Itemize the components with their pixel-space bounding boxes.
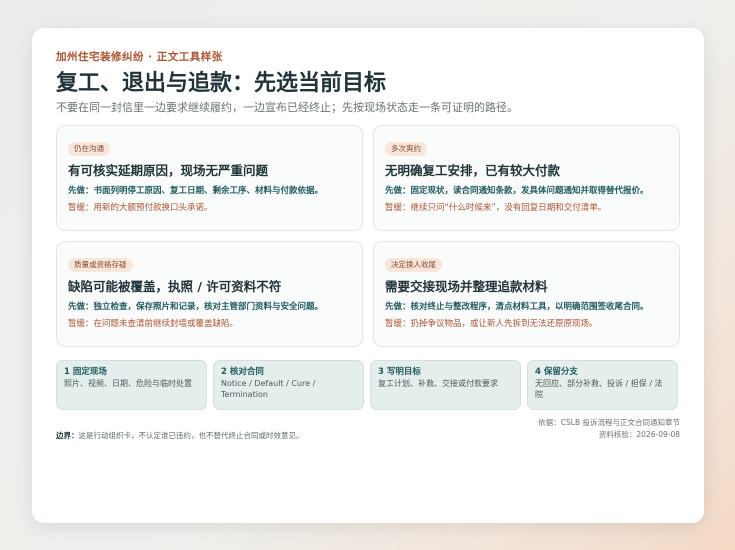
- step-row: 1 固定现场 照片、视频、日期、危险与临时处置 2 核对合同 Notice / …: [56, 360, 680, 410]
- step-desc: 照片、视频、日期、危险与临时处置: [64, 379, 192, 388]
- option-heading: 无明确复工安排，已有较大付款: [385, 163, 561, 178]
- status-tag: 决定换人收尾: [385, 258, 442, 272]
- option-hold: 暂缓：用新的大额预付款换口头承诺。: [68, 203, 213, 213]
- option-hold: 暂缓：在问题未查清前继续封墙或覆盖缺陷。: [68, 319, 239, 329]
- status-tag: 多次爽约: [385, 142, 427, 156]
- boundary-text: 这是行动组织卡，不认定谁已违约，也不替代终止合同或时效意见。: [78, 431, 304, 440]
- status-tag: 仍在沟通: [68, 142, 110, 156]
- step-card: 1 固定现场 照片、视频、日期、危险与临时处置: [56, 360, 207, 410]
- kicker: 加州住宅装修纠纷 · 正文工具样张: [56, 51, 223, 63]
- option-card-replace: 决定换人收尾 需要交接现场并整理追款材料 先做：核对终止与整改程序，清点材料工具…: [373, 241, 680, 347]
- source-text: 依据：CSLB 投诉流程与正文合同通知章节: [538, 418, 680, 427]
- option-hold: 暂缓：扔掉争议物品，或让新人先拆到无法还原原现场。: [385, 319, 598, 329]
- status-tag: 质量或资格存疑: [68, 258, 133, 272]
- step-card: 2 核对合同 Notice / Default / Cure / Termina…: [213, 360, 364, 410]
- page-subtitle: 不要在同一封信里一边要求继续履约，一边宣布已经终止；先按现场状态走一条可证明的路…: [56, 101, 518, 114]
- option-heading: 有可核实延期原因，现场无严重问题: [68, 163, 269, 178]
- source-note: 依据：CSLB 投诉流程与正文合同通知章节 资料核验：2026-09-08: [538, 417, 680, 440]
- option-do: 先做：核对终止与整改程序，清点材料工具，以明确范围签收尾合同。: [385, 302, 649, 312]
- step-card: 4 保留分支 无回应、部分补救、投诉 / 担保 / 法院: [527, 360, 678, 410]
- option-card-no-show: 多次爽约 无明确复工安排，已有较大付款 先做：固定现状，读合同通知条款，发具体问…: [373, 125, 680, 231]
- step-card: 3 写明目标 复工计划、补救、交接或付款要求: [370, 360, 521, 410]
- checked-date: 资料核验：2026-09-08: [598, 429, 680, 439]
- step-title: 3 写明目标: [378, 367, 421, 377]
- boundary-note: 边界：这是行动组织卡，不认定谁已违约，也不替代终止合同或时效意见。: [56, 430, 304, 441]
- step-desc: Notice / Default / Cure / Termination: [221, 379, 316, 399]
- option-hold: 暂缓：继续只问“什么时候来”，没有回复日期和交付清单。: [385, 203, 607, 213]
- option-heading: 缺陷可能被覆盖，执照 / 许可资料不符: [68, 279, 282, 294]
- step-title: 4 保留分支: [535, 367, 578, 377]
- option-card-quality: 质量或资格存疑 缺陷可能被覆盖，执照 / 许可资料不符 先做：独立检查，保存照片…: [56, 241, 363, 347]
- option-heading: 需要交接现场并整理追款材料: [385, 279, 548, 294]
- step-title: 1 固定现场: [64, 367, 107, 377]
- option-card-negotiating: 仍在沟通 有可核实延期原因，现场无严重问题 先做：书面列明停工原因、复工日期、剩…: [56, 125, 363, 231]
- content-card: 加州住宅装修纠纷 · 正文工具样张 复工、退出与追款：先选当前目标 不要在同一封…: [32, 28, 704, 523]
- option-do: 先做：书面列明停工原因、复工日期、剩余工序、材料与付款依据。: [68, 186, 324, 196]
- page-title: 复工、退出与追款：先选当前目标: [56, 71, 387, 96]
- option-do: 先做：固定现状，读合同通知条款，发具体问题通知并取得替代报价。: [385, 186, 649, 196]
- step-title: 2 核对合同: [221, 367, 264, 377]
- step-desc: 复工计划、补救、交接或付款要求: [378, 379, 498, 388]
- option-grid: 仍在沟通 有可核实延期原因，现场无严重问题 先做：书面列明停工原因、复工日期、剩…: [56, 125, 680, 347]
- step-desc: 无回应、部分补救、投诉 / 担保 / 法院: [535, 379, 663, 399]
- boundary-label: 边界：: [56, 431, 79, 440]
- footer: 边界：这是行动组织卡，不认定谁已违约，也不替代终止合同或时效意见。 依据：CSL…: [56, 417, 680, 449]
- option-do: 先做：独立检查，保存照片和记录，核对主管部门资料与安全问题。: [68, 302, 324, 312]
